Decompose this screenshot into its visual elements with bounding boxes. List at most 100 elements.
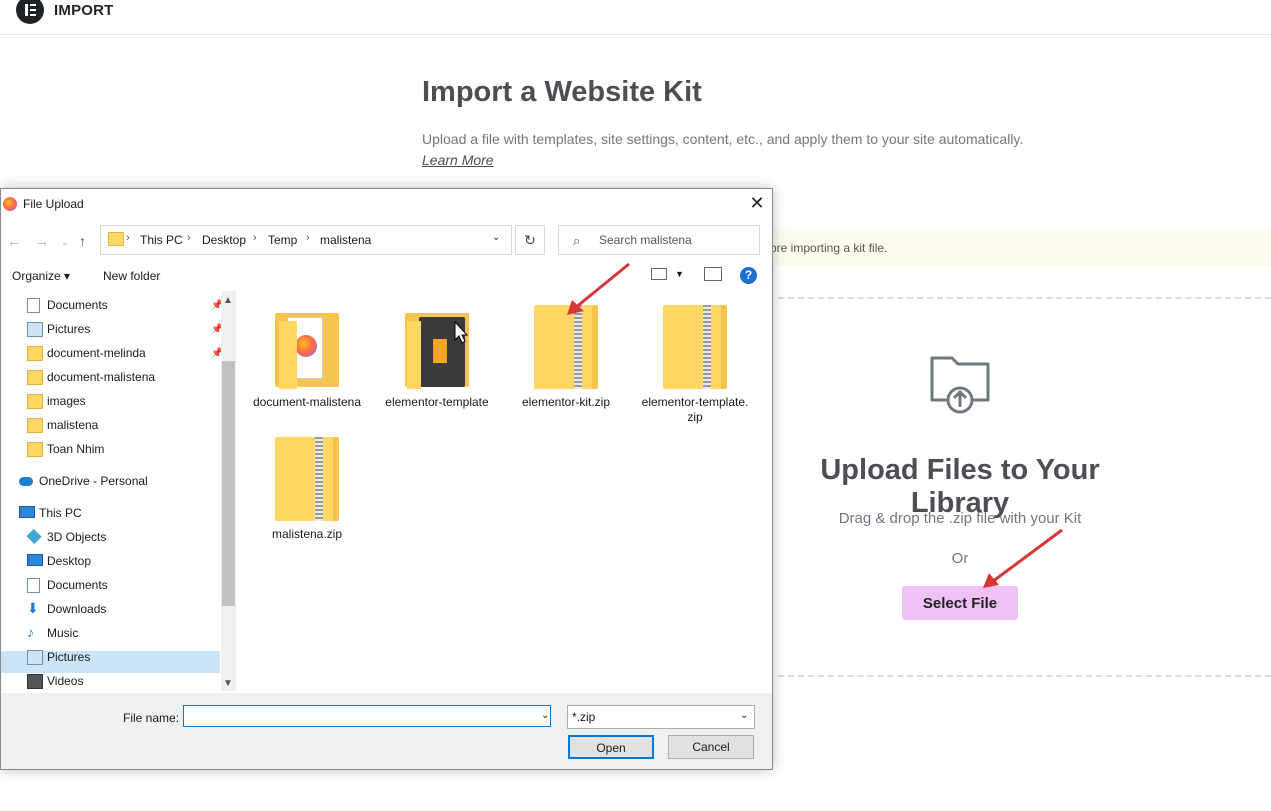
cancel-button[interactable]: Cancel <box>668 735 754 759</box>
file-name-input[interactable] <box>183 705 551 727</box>
nav-item-label: Pictures <box>47 322 91 336</box>
chevron-down-icon[interactable]: ⌄ <box>492 232 500 243</box>
folder-icon <box>27 370 43 385</box>
chevron-down-icon: ⌄ <box>740 710 749 721</box>
scroll-down-icon[interactable]: ▼ <box>223 678 233 689</box>
file-item-elementor-template[interactable]: elementor-template <box>382 305 492 410</box>
nav-scrollbar-thumb[interactable] <box>222 361 235 606</box>
folder-icon <box>27 418 43 433</box>
preview-pane-icon[interactable] <box>704 267 722 281</box>
nav-item-label: Desktop <box>47 554 92 568</box>
file-name: malistena.zip <box>271 527 343 541</box>
top-bar: IMPORT <box>0 0 1271 35</box>
nav-item-label: OneDrive - Personal <box>39 474 148 488</box>
folder-icon <box>275 305 339 389</box>
page-title: Import a Website Kit <box>422 76 702 108</box>
navigation-pane: Documents 📌 Pictures 📌 document-melinda … <box>1 291 236 691</box>
file-item-elementor-template-zip[interactable]: elementor-template.zip <box>640 305 750 425</box>
dropzone-border-bottom <box>778 675 1271 677</box>
file-upload-dialog: File Upload ✕ ← → ⌄ ↑ › This PC › Deskto… <box>0 188 773 770</box>
music-icon: ♪ <box>27 624 34 640</box>
file-item-document-malistena[interactable]: document-malistena <box>252 305 362 410</box>
file-name: elementor-template.zip <box>641 395 749 424</box>
scroll-up-icon[interactable]: ▲ <box>223 295 233 306</box>
chevron-right-icon: › <box>253 232 257 244</box>
recent-locations-icon[interactable]: ⌄ <box>61 237 69 248</box>
chevron-right-icon: › <box>126 232 130 244</box>
chevron-down-icon[interactable]: ⌄ <box>541 710 549 721</box>
close-icon[interactable]: ✕ <box>746 193 768 213</box>
chevron-down-icon[interactable]: ▼ <box>675 269 684 279</box>
documents-icon <box>27 298 40 313</box>
learn-more-link[interactable]: Learn More <box>422 152 494 168</box>
upload-description: Drag & drop the .zip file with your Kit <box>838 510 1082 527</box>
nav-item-label: This PC <box>39 506 82 520</box>
nav-item-label: Music <box>47 626 79 640</box>
nav-item-label: document-melinda <box>47 346 146 360</box>
videos-icon <box>27 674 43 689</box>
desktop-icon <box>27 554 43 566</box>
organize-button[interactable]: Organize ▾ <box>12 269 70 283</box>
nav-item-label: malistena <box>47 418 99 432</box>
or-text: Or <box>951 550 969 567</box>
documents-icon <box>27 578 40 593</box>
search-icon: ⌕ <box>573 233 581 248</box>
breadcrumb-malistena[interactable]: malistena <box>320 233 371 247</box>
notice-text: ore importing a kit file. <box>770 241 888 255</box>
onedrive-icon <box>19 477 33 486</box>
address-bar[interactable]: › This PC › Desktop › Temp › malistena ⌄ <box>100 225 512 255</box>
zip-file-icon <box>275 437 339 521</box>
dialog-title: File Upload <box>23 197 84 211</box>
file-type-value: *.zip <box>572 710 596 724</box>
nav-item-label: Toan Nhim <box>47 442 105 456</box>
search-placeholder: Search malistena <box>599 233 692 247</box>
dialog-footer: File name: ⌄ *.zip ⌄ Open Cancel <box>1 693 772 769</box>
folder-icon <box>27 346 43 361</box>
nav-item-label: Documents <box>47 578 108 592</box>
forward-icon[interactable]: → <box>35 233 49 249</box>
nav-item-label: Downloads <box>47 602 107 616</box>
downloads-icon: ⬇ <box>27 600 39 616</box>
breadcrumb-desktop[interactable]: Desktop <box>202 233 246 247</box>
file-list: document-malistena elementor-template el… <box>237 291 771 691</box>
new-folder-button[interactable]: New folder <box>103 269 160 283</box>
nav-item-label: images <box>47 394 86 408</box>
select-file-button[interactable]: Select File <box>902 586 1018 620</box>
nav-item-label: Videos <box>47 674 84 688</box>
folder-upload-icon <box>930 356 990 414</box>
this-pc-icon <box>19 506 35 518</box>
file-name: document-malistena <box>252 395 362 409</box>
folder-icon <box>27 442 43 457</box>
search-input[interactable]: ⌕ Search malistena <box>558 225 760 255</box>
nav-item-label: 3D Objects <box>47 530 107 544</box>
back-icon[interactable]: ← <box>7 233 21 249</box>
folder-icon <box>405 305 469 389</box>
elementor-logo-icon <box>16 0 44 24</box>
up-icon[interactable]: ↑ <box>79 233 86 249</box>
topbar-title: IMPORT <box>54 2 114 19</box>
chevron-right-icon: › <box>187 232 191 244</box>
help-icon[interactable]: ? <box>740 267 757 284</box>
dropzone-border-top <box>778 297 1271 299</box>
zip-file-icon <box>663 305 727 389</box>
folder-icon <box>27 394 43 409</box>
file-name: elementor-template <box>385 395 489 409</box>
nav-item-label: Pictures <box>47 650 91 664</box>
file-item-elementor-kit-zip[interactable]: elementor-kit.zip <box>511 305 621 410</box>
chevron-right-icon: › <box>306 232 310 244</box>
file-type-select[interactable]: *.zip ⌄ <box>567 705 755 729</box>
page-description: Upload a file with templates, site setti… <box>422 131 1024 147</box>
refresh-icon[interactable]: ↻ <box>515 225 545 255</box>
file-item-malistena-zip[interactable]: malistena.zip <box>252 437 362 542</box>
file-name-label: File name: <box>123 711 180 725</box>
folder-icon <box>108 232 124 246</box>
open-button[interactable]: Open <box>568 735 654 759</box>
pictures-icon <box>27 322 43 337</box>
view-options-icon[interactable] <box>651 268 667 280</box>
breadcrumb-temp[interactable]: Temp <box>268 233 297 247</box>
zip-file-icon <box>534 305 598 389</box>
3d-objects-icon <box>26 528 42 545</box>
breadcrumb-this-pc[interactable]: This PC <box>140 233 183 247</box>
nav-item-label: document-malistena <box>47 370 156 384</box>
pictures-icon <box>27 650 43 665</box>
